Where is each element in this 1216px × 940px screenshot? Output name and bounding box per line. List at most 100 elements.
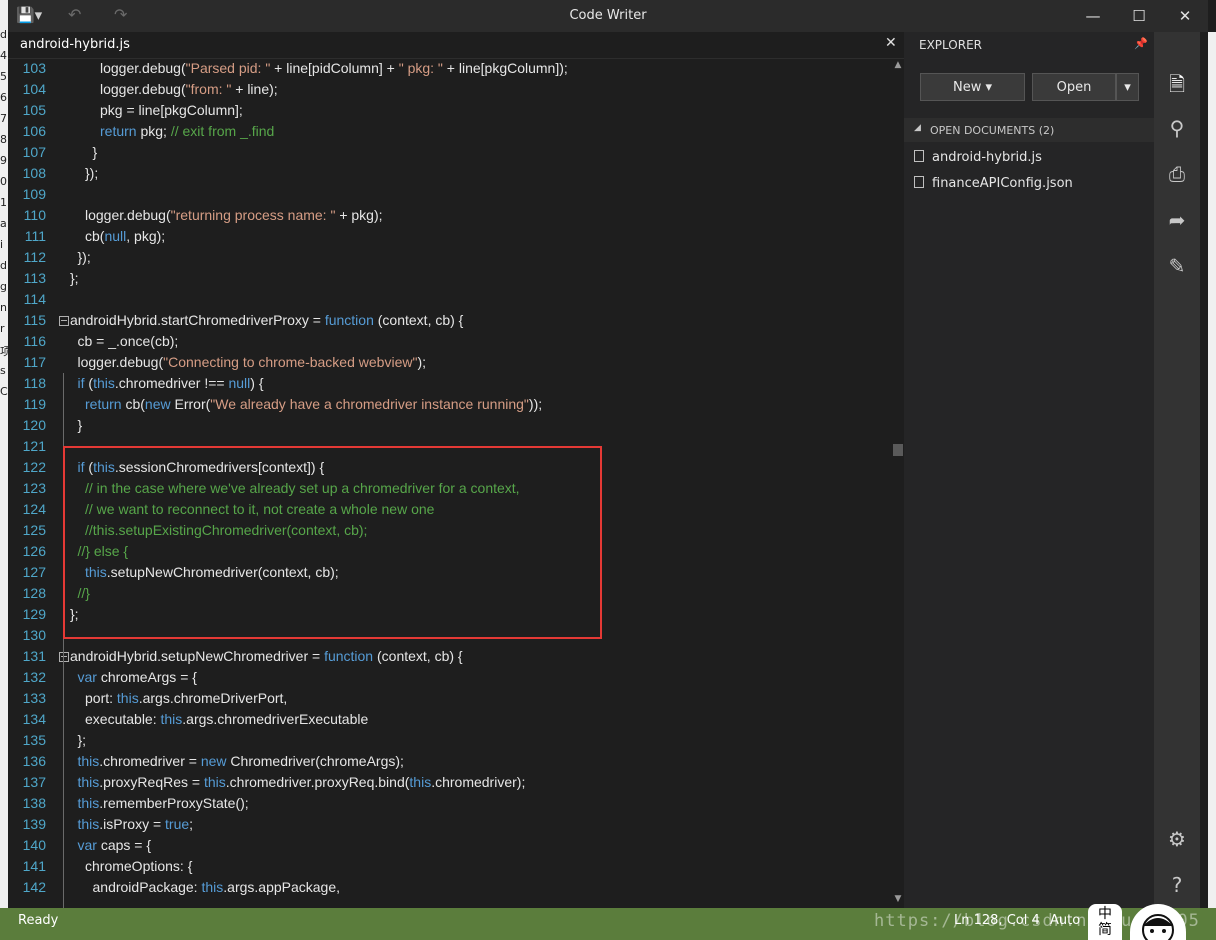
file-icon <box>914 176 924 188</box>
line-number: 114 <box>23 291 46 307</box>
code-text: chromeOptions: { <box>85 858 193 874</box>
fold-toggle-icon[interactable] <box>59 652 69 662</box>
code-text: executable: this.args.chromedriverExecut… <box>85 711 369 727</box>
code-text: pkg = line[pkgColumn]; <box>100 102 243 118</box>
code-text: var caps = { <box>77 837 152 853</box>
open-documents-section[interactable]: ◢ OPEN DOCUMENTS (2) <box>904 118 1154 142</box>
code-text: } <box>92 144 98 160</box>
background-text-fragment: 8 <box>0 133 7 146</box>
line-number: 112 <box>23 249 46 265</box>
background-text-fragment: n <box>0 301 7 314</box>
background-text-fragment: 4 <box>0 49 7 62</box>
cursor-position[interactable]: Ln 128, Col 4 <box>954 913 1040 928</box>
ime-indicator[interactable]: 中 简 <box>1088 904 1122 940</box>
line-number: 132 <box>22 669 46 685</box>
line-number: 119 <box>23 396 46 412</box>
background-text-fragment: 0 <box>0 175 7 188</box>
background-text-fragment: r <box>0 322 5 335</box>
highlight-box <box>63 446 602 639</box>
line-number: 129 <box>22 606 46 622</box>
scroll-up-icon[interactable]: ▲ <box>892 60 904 70</box>
background-text-fragment: 5 <box>0 70 7 83</box>
help-icon[interactable]: ? <box>1154 873 1200 897</box>
pin-icon[interactable]: 📌 <box>1134 37 1148 50</box>
line-number: 133 <box>22 690 46 706</box>
line-number: 135 <box>22 732 46 748</box>
collapse-triangle-icon[interactable]: ◢ <box>914 123 921 133</box>
open-button[interactable]: Open <box>1032 73 1116 101</box>
title-bar: 💾▾ ↶ ↷ Code Writer — ☐ ✕ <box>8 0 1208 32</box>
line-number: 141 <box>22 858 46 874</box>
code-text: cb(null, pkg); <box>85 228 166 244</box>
editor-tab-bar: android-hybrid.js ✕ <box>8 32 906 59</box>
new-button[interactable]: New ▾ <box>920 73 1025 101</box>
line-number: 116 <box>23 333 46 349</box>
print-icon[interactable]: ⎙ <box>1154 162 1200 186</box>
background-text-fragment: 7 <box>0 112 7 125</box>
background-text-fragment: 项 <box>0 345 8 358</box>
code-text: return pkg; // exit from _.find <box>100 123 275 139</box>
line-number: 134 <box>22 711 46 727</box>
line-number: 123 <box>22 480 46 496</box>
scroll-down-icon[interactable]: ▼ <box>892 894 904 904</box>
open-button-label: Open <box>1056 80 1092 95</box>
explorer-title: EXPLORER <box>919 38 982 52</box>
file-icon <box>914 150 924 162</box>
search-icon[interactable]: ⚲ <box>1154 116 1200 140</box>
line-number: 108 <box>22 165 46 181</box>
edit-icon[interactable]: ✎ <box>1154 254 1200 278</box>
documents-icon[interactable]: 🗎 <box>1154 70 1200 104</box>
new-button-label: New <box>952 80 982 95</box>
code-text: androidHybrid.startChromedriverProxy = f… <box>70 312 464 328</box>
open-documents-label: OPEN DOCUMENTS (2) <box>930 124 1055 137</box>
line-number: 127 <box>22 564 46 580</box>
background-text-fragment: s <box>0 364 6 377</box>
line-number: 136 <box>22 753 46 769</box>
code-text: logger.debug("returning process name: " … <box>85 207 383 223</box>
code-text: port: this.args.chromeDriverPort, <box>85 690 288 706</box>
maximize-icon[interactable]: ☐ <box>1116 2 1162 30</box>
window-title: Code Writer <box>569 8 647 23</box>
line-number: 117 <box>23 354 46 370</box>
background-text-fragment: a <box>0 217 7 230</box>
background-text-fragment: i <box>0 238 4 251</box>
line-number: 120 <box>22 417 46 433</box>
code-text: } <box>77 417 83 433</box>
code-text: }); <box>77 249 91 265</box>
background-window-strip: d45678901aidgnr项sC <box>0 0 8 940</box>
background-text-fragment: 1 <box>0 196 7 209</box>
close-icon[interactable]: ✕ <box>1162 2 1208 30</box>
status-bar: Ready https://blog.csdn.net/u_42_05 Ln 1… <box>0 908 1216 940</box>
line-number: 137 <box>22 774 46 790</box>
scrollbar-thumb[interactable] <box>893 444 903 456</box>
code-text: logger.debug("from: " + line); <box>100 81 278 97</box>
background-text-fragment: 6 <box>0 91 7 104</box>
document-item[interactable]: financeAPIConfig.json <box>914 176 1073 191</box>
code-text: cb = _.once(cb); <box>77 333 179 349</box>
vertical-scrollbar[interactable]: ▲ ▼ <box>892 58 904 908</box>
line-number: 109 <box>22 186 46 202</box>
code-text: androidHybrid.setupNewChromedriver = fun… <box>70 648 463 664</box>
code-text: this.isProxy = true; <box>77 816 194 832</box>
code-text: }); <box>85 165 99 181</box>
line-number: 142 <box>22 879 46 895</box>
share-icon[interactable]: ➦ <box>1154 208 1200 232</box>
background-text-fragment: g <box>0 280 7 293</box>
code-text: logger.debug("Connecting to chrome-backe… <box>77 354 427 370</box>
line-number: 103 <box>22 60 46 76</box>
editor-tab-android-hybrid[interactable]: android-hybrid.js <box>20 37 130 52</box>
document-item[interactable]: android-hybrid.js <box>914 150 1042 165</box>
open-dropdown-icon[interactable]: ▾ <box>1116 73 1139 101</box>
line-number: 107 <box>22 144 46 160</box>
fold-toggle-icon[interactable] <box>59 316 69 326</box>
encoding-indicator[interactable]: Auto <box>1050 913 1080 928</box>
line-number: 138 <box>22 795 46 811</box>
minimize-icon[interactable]: — <box>1070 2 1116 30</box>
close-tab-icon[interactable]: ✕ <box>885 35 897 51</box>
line-number: 113 <box>23 270 46 286</box>
line-number: 140 <box>22 837 46 853</box>
settings-icon[interactable]: ⚙ <box>1154 827 1200 851</box>
side-rail: 🗎 ⚲ ⎙ ➦ ✎ ⚙ ? <box>1154 32 1200 908</box>
line-number: 115 <box>23 312 46 328</box>
line-number: 105 <box>22 102 46 118</box>
